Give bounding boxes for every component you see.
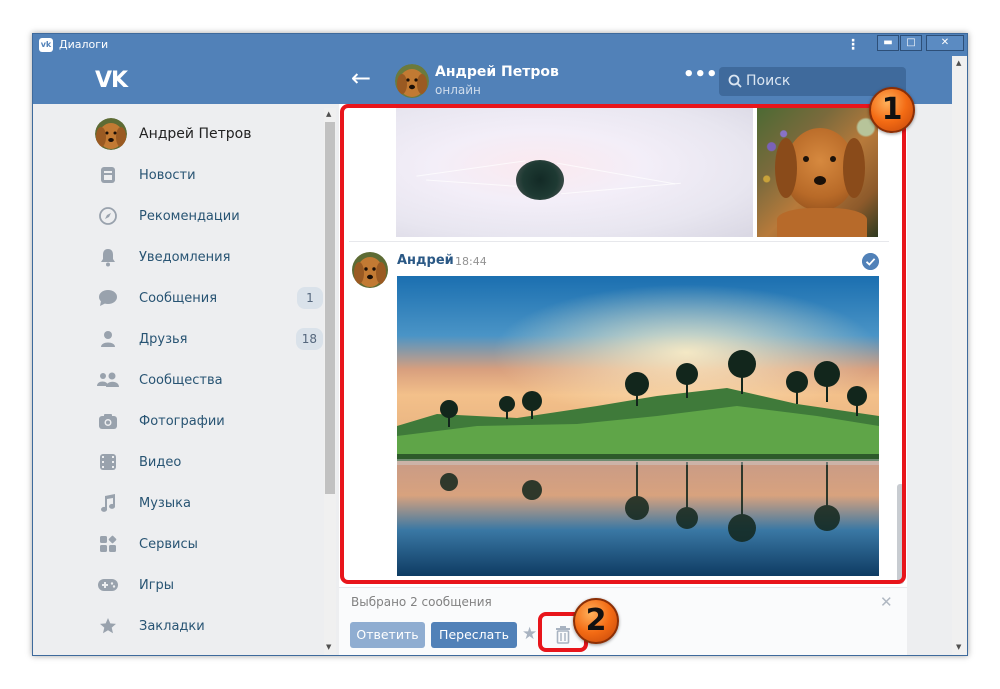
sidebar-item-label: Игры	[139, 577, 175, 593]
messages-count-badge: 1	[297, 287, 323, 309]
sidebar-item-label: Музыка	[139, 495, 191, 511]
group-icon	[95, 370, 121, 390]
star-icon[interactable]: ★	[522, 624, 537, 644]
highlight-messages-frame	[340, 104, 906, 584]
sidebar-item-music[interactable]: Музыка	[95, 488, 323, 518]
gamepad-icon	[95, 575, 121, 595]
camera-icon	[95, 411, 121, 431]
step-badge-2: 2	[573, 598, 619, 644]
sidebar-item-label: Сервисы	[139, 536, 198, 552]
window-menu-icon[interactable]: ⋮	[846, 37, 860, 53]
minimize-button[interactable]: ▬	[877, 35, 899, 51]
sidebar-item-notifications[interactable]: Уведомления	[95, 242, 323, 272]
music-icon	[95, 493, 121, 513]
chat-name[interactable]: Андрей Петров	[435, 64, 559, 80]
forward-button[interactable]: Переслать	[431, 622, 517, 648]
user-icon	[95, 329, 121, 349]
sidebar-item-label: Рекомендации	[139, 208, 240, 224]
sidebar-item-label: Закладки	[139, 618, 205, 634]
services-icon	[95, 534, 121, 554]
reply-button[interactable]: Ответить	[350, 622, 425, 648]
more-actions-icon[interactable]: •••	[683, 64, 718, 85]
bell-icon	[95, 247, 121, 267]
message-icon	[95, 288, 121, 308]
sidebar-item-services[interactable]: Сервисы	[95, 529, 323, 559]
sidebar-scrollbar[interactable]: ▲ ▼	[324, 108, 336, 655]
search-icon	[728, 74, 742, 88]
title-bar: vk Диалоги ⋮ ▬ □ ✕	[33, 34, 967, 56]
sidebar-item-friends[interactable]: Друзья 18	[95, 324, 323, 354]
sidebar-item-label: Фотографии	[139, 413, 225, 429]
close-window-button[interactable]: ✕	[926, 35, 964, 51]
sidebar-item-label: Уведомления	[139, 249, 231, 265]
sidebar-item-bookmarks[interactable]: Закладки	[95, 611, 323, 641]
selection-count-text: Выбрано 2 сообщения	[351, 595, 492, 609]
sidebar-scroll-thumb[interactable]	[325, 122, 335, 494]
chat-status: онлайн	[435, 83, 481, 97]
window-scrollbar[interactable]: ▲ ▼	[952, 56, 967, 655]
maximize-button[interactable]: □	[900, 35, 922, 51]
close-icon[interactable]: ✕	[880, 593, 893, 611]
top-header: VK ← Андрей Петров онлайн •••	[33, 56, 967, 104]
sidebar-profile[interactable]: Андрей Петров	[95, 118, 323, 150]
window-title: Диалоги	[59, 38, 109, 51]
window-scroll-down-icon[interactable]: ▼	[956, 643, 961, 651]
vk-logo[interactable]: VK	[95, 68, 128, 93]
compass-icon	[95, 206, 121, 226]
film-icon	[95, 452, 121, 472]
news-icon	[95, 165, 121, 185]
app-icon: vk	[39, 38, 53, 52]
sidebar-item-label: Друзья	[139, 331, 188, 347]
sidebar: Андрей Петров Новости Рекомендации Уведо…	[33, 104, 338, 655]
back-arrow-icon[interactable]: ←	[351, 64, 371, 92]
search-input[interactable]	[746, 72, 896, 90]
chat-avatar[interactable]	[395, 64, 429, 98]
friends-count-badge: 18	[295, 328, 323, 350]
star-icon	[95, 616, 121, 636]
sidebar-item-recommendations[interactable]: Рекомендации	[95, 201, 323, 231]
scroll-down-arrow-icon[interactable]: ▼	[326, 643, 331, 651]
sidebar-item-communities[interactable]: Сообщества	[95, 365, 323, 395]
step-badge-1: 1	[869, 87, 915, 133]
sidebar-item-label: Сообщения	[139, 290, 218, 306]
scroll-up-arrow-icon[interactable]: ▲	[326, 110, 331, 118]
profile-avatar	[95, 118, 127, 150]
sidebar-item-label: Новости	[139, 167, 196, 183]
sidebar-item-messages[interactable]: Сообщения 1	[95, 283, 323, 313]
profile-name: Андрей Петров	[139, 126, 252, 142]
sidebar-item-video[interactable]: Видео	[95, 447, 323, 477]
sidebar-item-photos[interactable]: Фотографии	[95, 406, 323, 436]
sidebar-item-games[interactable]: Игры	[95, 570, 323, 600]
sidebar-item-label: Видео	[139, 454, 182, 470]
window-scroll-up-icon[interactable]: ▲	[956, 59, 961, 67]
sidebar-item-label: Сообщества	[139, 372, 223, 388]
sidebar-item-news[interactable]: Новости	[95, 160, 323, 190]
selection-toolbar: Выбрано 2 сообщения ✕ Ответить Переслать…	[339, 587, 907, 655]
